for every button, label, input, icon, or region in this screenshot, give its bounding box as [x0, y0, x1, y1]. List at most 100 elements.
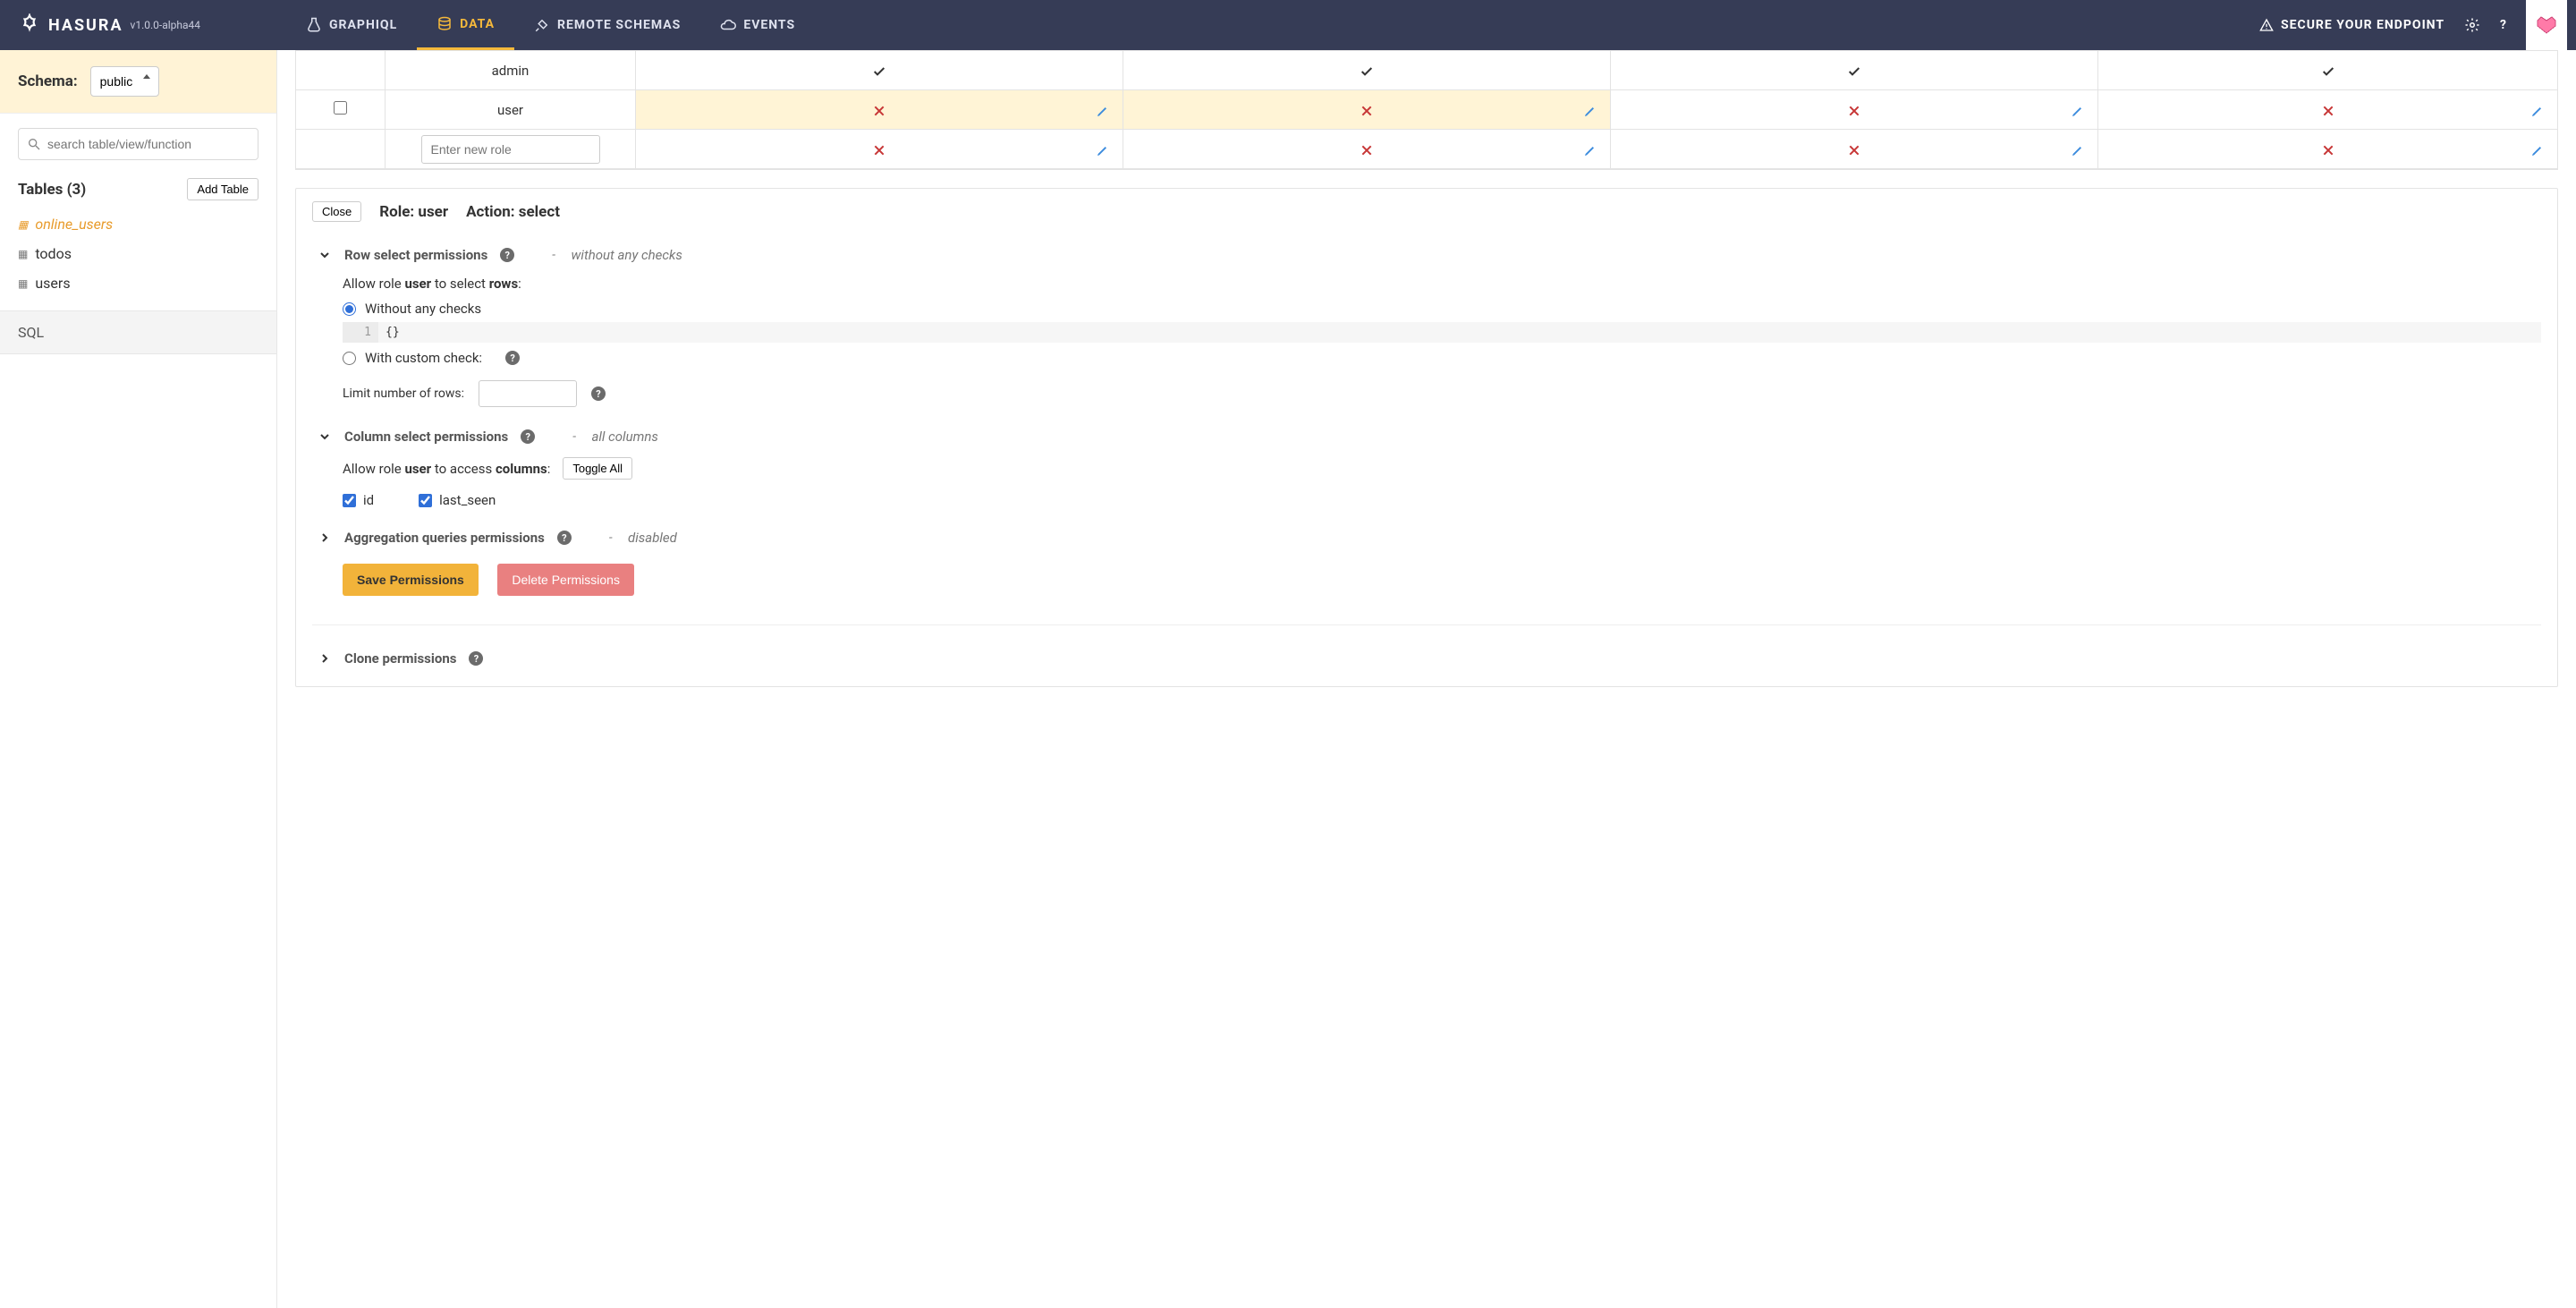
brand-version: v1.0.0-alpha44: [131, 19, 201, 31]
schema-select[interactable]: public: [90, 66, 159, 97]
column-checkbox-id[interactable]: id: [343, 492, 374, 508]
nav-events[interactable]: EVENTS: [700, 0, 815, 50]
radio-custom-check-label: With custom check:: [365, 350, 482, 366]
perm-row-user: user: [296, 90, 2557, 130]
code-gutter: 1: [343, 322, 378, 343]
schema-label: Schema:: [18, 72, 78, 90]
pencil-icon[interactable]: [2071, 101, 2085, 117]
secure-endpoint-link[interactable]: SECURE YOUR ENDPOINT: [2259, 18, 2445, 32]
table-icon: ▦: [18, 218, 28, 231]
perm-row-new: [296, 130, 2557, 169]
perm-cell-user-delete[interactable]: [2098, 90, 2557, 130]
pencil-icon[interactable]: [2071, 140, 2085, 157]
tables-heading: Tables (3): [18, 181, 86, 199]
perm-cell-user-insert[interactable]: [636, 90, 1123, 130]
sidebar: Schema: public Tables (3) Add Table: [0, 50, 277, 1308]
perm-cell-user-update[interactable]: [1611, 90, 2098, 130]
aggregation-permissions-title: Aggregation queries permissions: [344, 530, 545, 546]
clone-permissions-header[interactable]: Clone permissions ?: [312, 641, 2541, 667]
secure-endpoint-label: SECURE YOUR ENDPOINT: [2281, 18, 2445, 32]
permissions-table: admin user: [295, 50, 2558, 170]
aggregation-permissions-header[interactable]: Aggregation queries permissions ? - disa…: [312, 521, 2541, 555]
perm-cell-new-update[interactable]: [1611, 130, 2098, 169]
schema-bar: Schema: public: [0, 50, 276, 114]
bulk-select-user-checkbox[interactable]: [334, 101, 347, 115]
column-id-checkbox[interactable]: [343, 494, 356, 507]
table-icon: ▦: [18, 248, 28, 260]
nav-graphiql[interactable]: GRAPHIQL: [286, 0, 417, 50]
pencil-icon[interactable]: [1096, 140, 1110, 157]
x-icon: [872, 140, 886, 157]
x-icon: [2321, 101, 2335, 117]
nav-data[interactable]: DATA: [417, 0, 514, 50]
pencil-icon[interactable]: [1583, 101, 1597, 117]
help-icon[interactable]: ?: [591, 386, 606, 401]
x-icon: [1360, 140, 1374, 157]
database-icon: [436, 16, 453, 32]
toggle-all-button[interactable]: Toggle All: [563, 457, 632, 480]
help-icon[interactable]: ?: [557, 531, 572, 545]
plug-icon: [534, 17, 550, 33]
row-permissions-status: without any checks: [571, 247, 682, 263]
column-checkbox-last-seen[interactable]: last_seen: [419, 492, 496, 508]
close-button[interactable]: Close: [312, 201, 361, 222]
separator: [312, 624, 2541, 625]
table-name: online_users: [35, 216, 113, 233]
sidebar-table-users[interactable]: ▦ users: [18, 268, 258, 298]
nav-remote[interactable]: REMOTE SCHEMAS: [514, 0, 700, 50]
sidebar-table-online-users[interactable]: ▦ online_users: [18, 209, 258, 239]
role-name-admin: admin: [386, 51, 636, 90]
radio-without-checks[interactable]: [343, 302, 356, 316]
pencil-icon[interactable]: [1096, 101, 1110, 117]
column-last-seen-checkbox[interactable]: [419, 494, 432, 507]
gear-icon[interactable]: [2464, 17, 2480, 33]
help-icon[interactable]: ?: [2500, 18, 2506, 32]
aggregation-permissions-status: disabled: [628, 530, 677, 546]
perm-cell-user-select[interactable]: [1123, 90, 1611, 130]
new-role-input[interactable]: [421, 135, 600, 164]
table-name: users: [35, 275, 70, 292]
sidebar-table-todos[interactable]: ▦ todos: [18, 239, 258, 268]
save-permissions-button[interactable]: Save Permissions: [343, 564, 479, 596]
add-table-button[interactable]: Add Table: [187, 178, 258, 200]
nav-right: SECURE YOUR ENDPOINT ?: [2259, 0, 2576, 50]
help-icon[interactable]: ?: [521, 429, 535, 444]
heart-icon: [2536, 15, 2557, 35]
pencil-icon[interactable]: [2530, 101, 2545, 117]
row-permissions-header[interactable]: Row select permissions ? - without any c…: [312, 238, 2541, 272]
table-icon: ▦: [18, 277, 28, 290]
perm-cell-new-delete[interactable]: [2098, 130, 2557, 169]
delete-permissions-button[interactable]: Delete Permissions: [497, 564, 634, 596]
chevron-right-icon: [318, 531, 332, 545]
pencil-icon[interactable]: [2530, 140, 2545, 157]
permission-editor-panel: Close Role: user Action: select Row sele…: [295, 188, 2558, 687]
help-icon[interactable]: ?: [505, 351, 520, 365]
column-permissions-status: all columns: [591, 429, 657, 445]
panel-role-label: Role: user: [379, 203, 448, 221]
code-content: {}: [378, 322, 2541, 343]
filter-code-editor[interactable]: 1 {}: [343, 322, 2541, 343]
flask-icon: [306, 17, 322, 33]
warning-icon: [2259, 18, 2274, 32]
check-icon: [1847, 62, 1861, 78]
help-icon[interactable]: ?: [469, 651, 483, 666]
nav-items: GRAPHIQL DATA REMOTE SCHEMAS EVENTS: [286, 0, 815, 50]
table-name: todos: [35, 245, 72, 262]
perm-cell-new-select[interactable]: [1123, 130, 1611, 169]
search-icon: [27, 137, 41, 151]
top-nav: HASURA v1.0.0-alpha44 GRAPHIQL DATA REMO…: [0, 0, 2576, 50]
radio-custom-check[interactable]: [343, 352, 356, 365]
brand-name: HASURA: [48, 16, 123, 35]
column-permissions-header[interactable]: Column select permissions ? - all column…: [312, 420, 2541, 454]
nav-graphiql-label: GRAPHIQL: [329, 18, 397, 32]
pencil-icon[interactable]: [1583, 140, 1597, 157]
search-input[interactable]: [18, 128, 258, 160]
x-icon: [1360, 101, 1374, 117]
help-icon[interactable]: ?: [500, 248, 514, 262]
sidebar-sql[interactable]: SQL: [0, 310, 276, 354]
limit-rows-input[interactable]: [479, 380, 577, 407]
perm-cell-new-insert[interactable]: [636, 130, 1123, 169]
chevron-down-icon: [318, 248, 332, 262]
col-allow-text: Allow role user to access columns:: [343, 461, 550, 477]
love-button[interactable]: [2526, 0, 2567, 50]
